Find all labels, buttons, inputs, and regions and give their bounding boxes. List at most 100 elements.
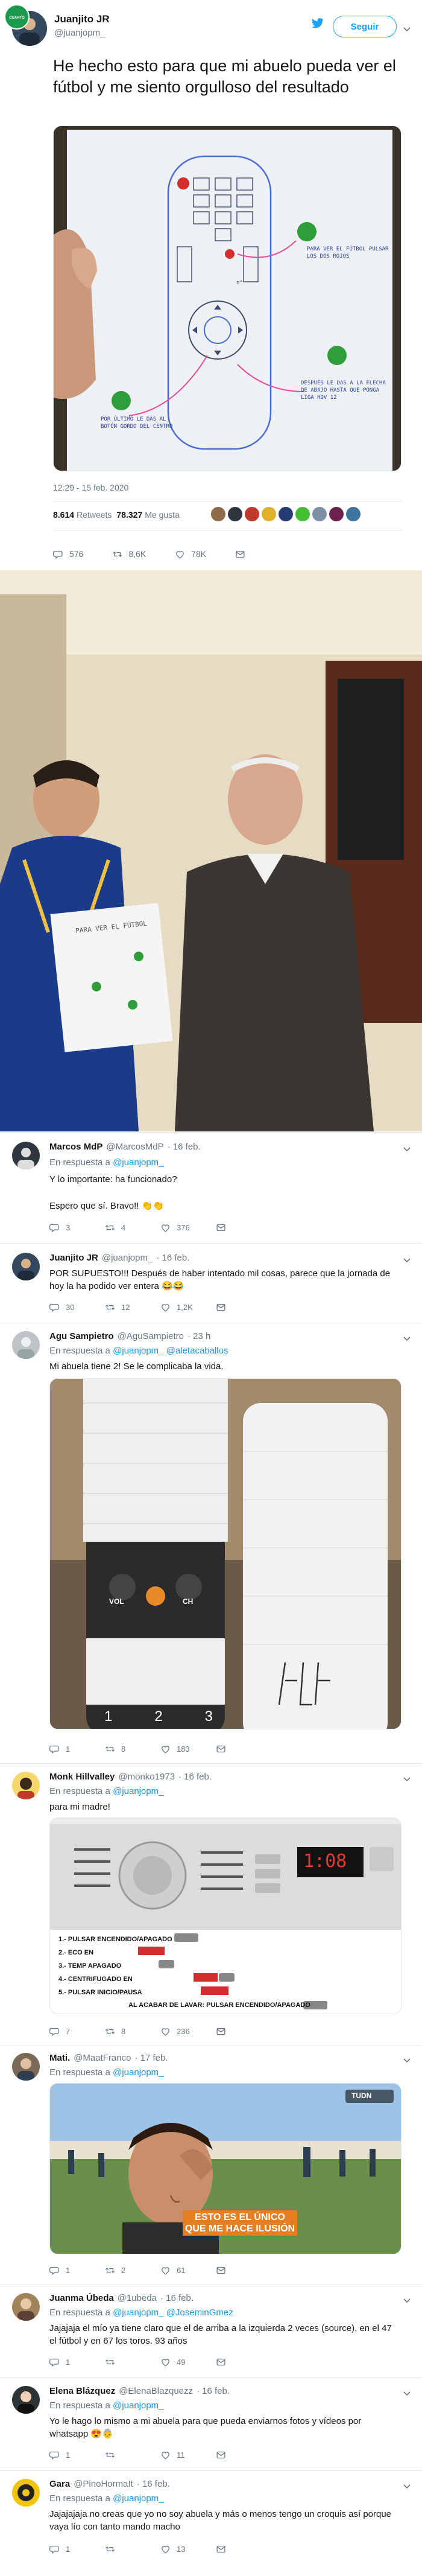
reply-author-name[interactable]: Juanjito JR: [49, 1253, 98, 1263]
message-button[interactable]: [216, 2265, 232, 2275]
message-button[interactable]: [216, 1223, 232, 1233]
reply-button[interactable]: 1: [49, 2357, 105, 2367]
reply-button[interactable]: 1: [49, 2265, 105, 2275]
retweets-label[interactable]: Retweets: [77, 510, 112, 520]
avatar[interactable]: [262, 507, 276, 521]
chevron-down-icon[interactable]: [403, 1335, 411, 1343]
reply-mention-link[interactable]: @juanjopm_ @aletacaballos: [113, 1346, 228, 1356]
grandfather-photo[interactable]: PARA VER EL FÚTBOL: [0, 570, 422, 1131]
reply-author-name[interactable]: Gara: [49, 2479, 70, 2489]
reply-date[interactable]: · 16 feb.: [197, 2386, 230, 2396]
avatar[interactable]: [12, 2386, 40, 2414]
retweet-button[interactable]: [105, 2450, 160, 2460]
chevron-down-icon[interactable]: [403, 2482, 411, 2491]
avatar[interactable]: [312, 507, 327, 521]
avatar[interactable]: [12, 1772, 40, 1799]
reply-date[interactable]: · 16 feb.: [178, 1772, 212, 1782]
like-button[interactable]: 13: [160, 2544, 216, 2554]
avatar[interactable]: [279, 507, 293, 521]
play-icon[interactable]: [208, 2151, 244, 2187]
author-handle[interactable]: @juanjopm_: [54, 28, 105, 38]
reply-author-name[interactable]: Agu Sampietro: [49, 1331, 114, 1341]
reply-button[interactable]: 3: [49, 1223, 105, 1233]
tweet-timestamp[interactable]: 12:29 - 15 feb. 2020: [53, 483, 128, 492]
retweet-button[interactable]: 2: [105, 2265, 160, 2275]
chevron-down-icon[interactable]: [403, 1775, 411, 1784]
chevron-down-icon[interactable]: [403, 25, 411, 34]
reply-button[interactable]: 1: [49, 2544, 105, 2554]
message-button[interactable]: [216, 2450, 232, 2460]
like-button[interactable]: 183: [160, 1744, 216, 1754]
avatar[interactable]: [346, 507, 361, 521]
remote-tape-photo[interactable]: VOL CH 1 2 3: [49, 1378, 402, 1729]
retweet-button[interactable]: 8: [105, 1744, 160, 1754]
chevron-down-icon[interactable]: [403, 2390, 411, 2398]
like-button[interactable]: 78K: [175, 549, 206, 559]
chevron-down-icon[interactable]: [403, 1145, 411, 1154]
retweet-button[interactable]: [105, 2544, 160, 2554]
remote-drawing-image[interactable]: PARA VER EL FÚTBOL PULSAR LOS DOS ROJOS …: [53, 126, 402, 471]
reply-author-handle[interactable]: @AguSampietro: [118, 1331, 184, 1341]
reply-author-handle[interactable]: @juanjopm_: [102, 1253, 153, 1263]
reply-date[interactable]: · 17 feb.: [134, 2053, 168, 2063]
reply-mention-link[interactable]: @juanjopm_: [113, 1786, 163, 1796]
reply-author-name[interactable]: Elena Blázquez: [49, 2386, 115, 2396]
message-button[interactable]: [216, 2357, 232, 2367]
like-button[interactable]: 236: [160, 2026, 216, 2037]
avatar[interactable]: [12, 1142, 40, 1169]
avatar[interactable]: [12, 1331, 40, 1359]
video-thumbnail[interactable]: ESTO ES EL ÚNICO QUE ME HACE ILUSIÓN TUD…: [49, 2083, 402, 2254]
message-button[interactable]: [235, 549, 251, 559]
reply-date[interactable]: · 16 feb.: [160, 2293, 194, 2303]
washing-machine-photo[interactable]: 1:08 1.- PULSAR ENCENDIDO/APAGADO 2.- EC…: [49, 1818, 402, 2014]
reply-mention-link[interactable]: @juanjopm_: [113, 2400, 163, 2411]
avatar[interactable]: [12, 2479, 40, 2507]
retweet-button[interactable]: 12: [105, 1302, 160, 1312]
avatar[interactable]: [245, 507, 259, 521]
like-button[interactable]: 1,2K: [160, 1302, 216, 1312]
reply-author-name[interactable]: Mati.: [49, 2053, 70, 2063]
retweet-button[interactable]: [105, 2357, 160, 2367]
reply-button[interactable]: 1: [49, 2450, 105, 2460]
chevron-down-icon[interactable]: [403, 2056, 411, 2065]
avatar[interactable]: [12, 2053, 40, 2081]
message-button[interactable]: [216, 1302, 232, 1312]
message-button[interactable]: [216, 2544, 232, 2554]
reply-author-handle[interactable]: @MarcosMdP: [106, 1142, 163, 1152]
message-button[interactable]: [216, 2026, 232, 2037]
reply-date[interactable]: · 16 feb.: [168, 1142, 201, 1152]
reply-author-name[interactable]: Marcos MdP: [49, 1142, 102, 1152]
like-button[interactable]: 11: [160, 2450, 216, 2460]
likes-label[interactable]: Me gusta: [145, 510, 180, 520]
reply-date[interactable]: · 16 feb.: [156, 1253, 189, 1263]
reply-author-handle[interactable]: @monko1973: [118, 1772, 175, 1782]
reply-button[interactable]: 30: [49, 1302, 105, 1312]
reply-mention-link[interactable]: @juanjopm_: [113, 2493, 163, 2504]
chevron-down-icon[interactable]: [403, 2297, 411, 2305]
like-button[interactable]: 49: [160, 2357, 216, 2367]
retweets-count[interactable]: 8.614: [53, 510, 74, 520]
reply-author-handle[interactable]: @MaatFranco: [74, 2053, 131, 2063]
reply-date[interactable]: · 23 h: [187, 1331, 210, 1341]
retweet-button[interactable]: 4: [105, 1223, 160, 1233]
reply-author-name[interactable]: Juanma Úbeda: [49, 2293, 114, 2303]
like-button[interactable]: 61: [160, 2265, 216, 2275]
reply-mention-link[interactable]: @juanjopm_ @JoseminGmez: [113, 2307, 233, 2318]
reply-date[interactable]: · 16 feb.: [137, 2479, 170, 2489]
avatar[interactable]: [211, 507, 225, 521]
reply-author-handle[interactable]: @PinoHormaIt: [74, 2479, 133, 2489]
follow-button[interactable]: Seguir: [333, 16, 397, 37]
like-button[interactable]: 376: [160, 1223, 216, 1233]
reply-author-handle[interactable]: @ElenaBlazquezz: [119, 2386, 193, 2396]
message-button[interactable]: [216, 1744, 232, 1754]
reply-button[interactable]: 7: [49, 2026, 105, 2037]
author-name[interactable]: Juanjito JR: [54, 13, 110, 25]
twitter-bird-icon[interactable]: [311, 18, 324, 29]
chevron-down-icon[interactable]: [403, 1256, 411, 1265]
reply-author-handle[interactable]: @1ubeda: [118, 2293, 157, 2303]
avatar[interactable]: [228, 507, 242, 521]
avatar[interactable]: [12, 1253, 40, 1280]
likers-avatars[interactable]: [211, 507, 363, 521]
avatar[interactable]: [329, 507, 344, 521]
avatar[interactable]: [295, 507, 310, 521]
